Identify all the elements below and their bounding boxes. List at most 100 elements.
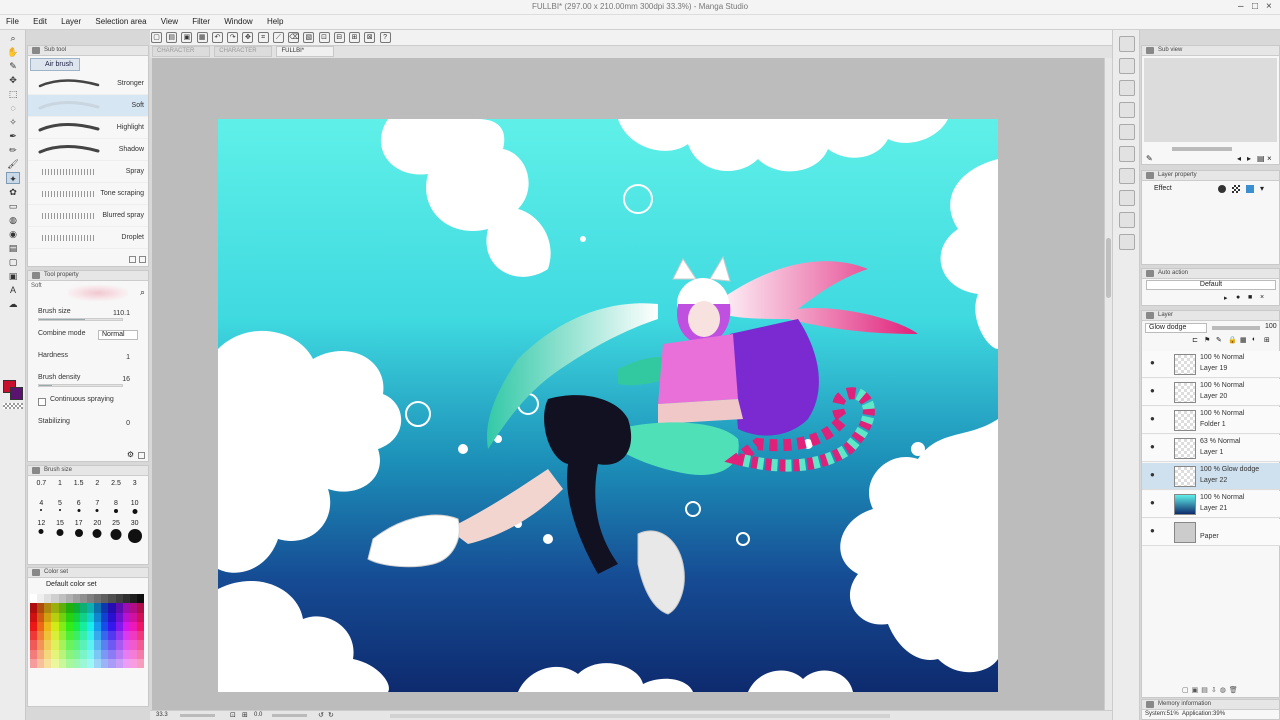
layer-row[interactable]: ● 63 % Normal Layer 1 [1142,435,1280,462]
canvas-vertical-scrollbar[interactable] [1104,58,1112,710]
palette-swatch[interactable] [115,631,123,641]
palette-swatch[interactable] [58,612,66,622]
layer-row[interactable]: ● Paper [1142,519,1280,546]
palette-swatch[interactable] [72,649,80,659]
layer-visibility-icon[interactable]: ● [1150,387,1158,395]
palette-swatch[interactable] [87,640,95,650]
palette-swatch[interactable] [108,640,116,650]
export-icon[interactable]: ▦ [196,32,208,43]
actual-size-icon[interactable]: ⊞ [242,711,248,719]
palette-swatch[interactable] [115,621,123,631]
palette-swatch[interactable] [44,658,52,668]
palette-swatch[interactable] [94,603,102,613]
palette-swatch[interactable] [122,640,130,650]
ruler-range-icon[interactable]: ⊞ [1264,336,1270,344]
color-history-icon[interactable] [1119,146,1135,162]
brush-density-row[interactable]: Brush density 16 [28,371,148,393]
palette-swatch[interactable] [79,612,87,622]
crop-icon[interactable]: ⌗ [257,32,269,43]
palette-swatch[interactable] [129,612,137,622]
lock-transparency-icon[interactable]: ▦ [1240,336,1247,344]
pen-tool-icon[interactable]: ✒ [6,130,20,142]
palette-swatch[interactable] [37,649,45,659]
snap-grid-icon[interactable]: ⊞ [349,32,361,43]
palette-swatch[interactable] [122,658,130,668]
palette-swatch[interactable] [51,649,59,659]
brush-tool-icon[interactable]: 🖌 [6,158,20,170]
figure-tool-icon[interactable]: ▢ [6,256,20,268]
snap-ruler-icon[interactable]: ⊟ [333,32,345,43]
palette-swatch[interactable] [122,631,130,641]
layer-visibility-icon[interactable]: ● [1150,415,1158,423]
layer-row[interactable]: ● 100 % Glow dodge Layer 22 [1142,463,1280,490]
eyedropper-icon[interactable]: ✎ [1146,154,1153,163]
brush-item[interactable]: Highlight [28,117,148,139]
brush-size-preset[interactable]: 4 [32,500,51,518]
brush-size-preset[interactable]: 12 [32,520,51,538]
zoom-value[interactable]: 33.3 [156,712,168,718]
palette-swatch[interactable] [136,612,144,622]
palette-swatch[interactable] [65,649,73,659]
brush-size-preset[interactable]: 2 [88,480,107,498]
draft-layer-icon[interactable]: ✎ [1216,336,1222,344]
merge-layer-icon[interactable]: ⇩ [1211,687,1220,694]
brush-size-preset[interactable]: 0.7 [32,480,51,498]
palette-swatch[interactable] [94,612,102,622]
blend-tool-icon[interactable]: ◍ [6,214,20,226]
palette-swatch[interactable] [136,603,144,613]
palette-swatch[interactable] [94,658,102,668]
sub-view-prev-icon[interactable]: ◂ [1237,154,1241,163]
rotate-left-icon[interactable]: ↺ [318,711,324,719]
palette-swatch[interactable] [65,594,73,604]
minimize-icon[interactable]: – [1238,1,1244,12]
history-icon[interactable] [1119,190,1135,206]
rotate-right-icon[interactable]: ↻ [328,711,334,719]
tone-effect-icon[interactable] [1232,185,1240,193]
palette-swatch[interactable] [65,603,73,613]
lock-layer-icon[interactable]: 🔒 [1228,336,1237,344]
brush-size-value[interactable]: 110.1 [113,310,130,317]
palette-swatch[interactable] [79,640,87,650]
fill-icon[interactable]: ▧ [303,32,315,43]
palette-swatch[interactable] [129,649,137,659]
maximize-icon[interactable]: □ [1252,1,1258,12]
palette-swatch[interactable] [65,621,73,631]
palette-swatch[interactable] [72,594,80,604]
palette-swatch[interactable] [65,640,73,650]
palette-swatch[interactable] [79,649,87,659]
selection-tool-icon[interactable]: ⬚ [6,88,20,100]
approximate-color-icon[interactable] [1119,124,1135,140]
palette-swatch[interactable] [79,603,87,613]
palette-swatch[interactable] [51,612,59,622]
palette-swatch[interactable] [58,640,66,650]
mask-layer-icon[interactable]: ◍ [1220,687,1229,694]
palette-swatch[interactable] [94,640,102,650]
brush-item[interactable]: Spray [28,161,148,183]
palette-swatch[interactable] [72,603,80,613]
brush-size-preset[interactable]: 15 [51,520,70,538]
move-tool-icon[interactable]: ✥ [6,74,20,86]
clip-layer-icon[interactable]: ⊏ [1192,336,1198,344]
artwork-canvas[interactable] [218,119,998,692]
palette-swatch[interactable] [101,658,109,668]
palette-swatch[interactable] [101,603,109,613]
fill-tool-icon[interactable]: ◉ [6,228,20,240]
record-action-icon[interactable]: ● [1236,294,1240,301]
preview-zoom-icon[interactable]: ⌕ [140,287,145,298]
settings-wrench-icon[interactable]: ⚙ [127,450,134,459]
layer-visibility-icon[interactable]: ● [1150,499,1158,507]
brush-size-preset[interactable]: 10 [125,500,144,518]
palette-swatch[interactable] [101,649,109,659]
palette-swatch[interactable] [79,658,87,668]
scrollbar-thumb[interactable] [1106,238,1111,298]
transform-icon[interactable]: ✥ [242,32,254,43]
palette-swatch[interactable] [72,631,80,641]
decoration-tool-icon[interactable]: ✿ [6,186,20,198]
palette-swatch[interactable] [101,621,109,631]
palette-swatch[interactable] [87,631,95,641]
palette-swatch[interactable] [44,649,52,659]
palette-swatch[interactable] [136,658,144,668]
palette-swatch[interactable] [87,603,95,613]
palette-swatch[interactable] [72,658,80,668]
palette-swatch[interactable] [30,640,38,650]
